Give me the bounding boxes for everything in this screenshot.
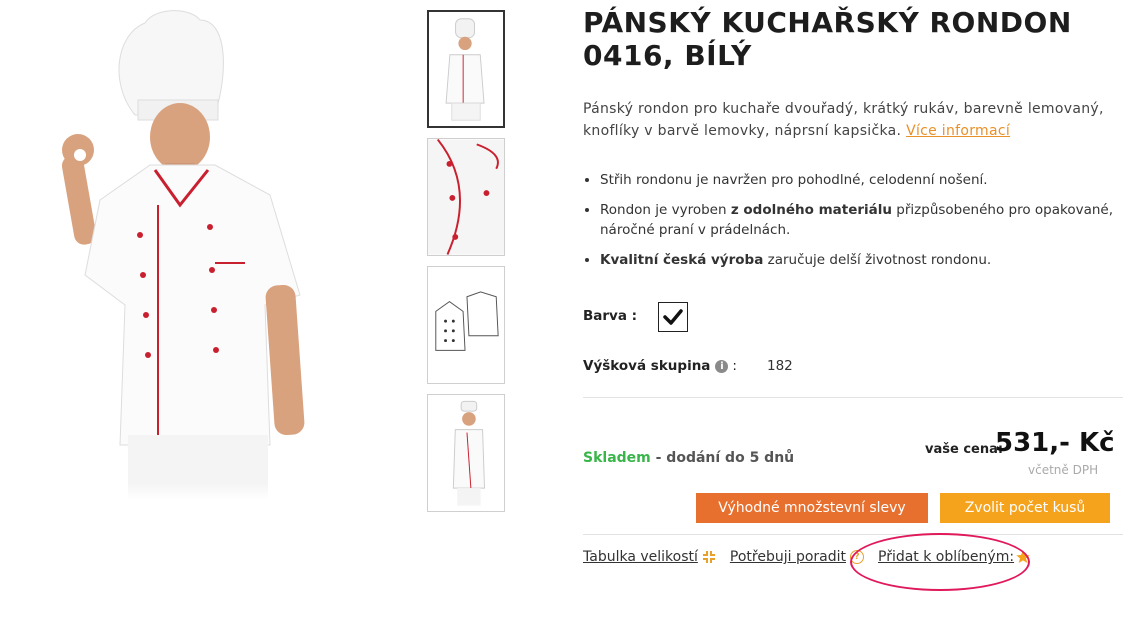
main-product-image[interactable] [40,5,370,500]
divider [583,534,1123,535]
divider [583,397,1123,398]
color-label: Barva : [583,308,638,324]
height-value: 182 [766,358,793,374]
star-icon[interactable] [1015,549,1031,565]
feature-item: Střih rondonu je navržen pro pohodlné, c… [600,170,1130,190]
feature-text: Střih rondonu je navržen pro pohodlné, c… [600,172,988,188]
feature-item: Kvalitní česká výroba zaručuje delší živ… [600,250,1130,270]
feature-bold: z odolného materiálu [730,202,892,218]
more-info-link[interactable]: Více informací [906,123,1010,139]
delivery-text: - dodání do 5 dnů [650,450,795,466]
price-label: vaše cena: [925,442,1004,457]
size-table-icon [702,551,715,563]
stock-status: Skladem - dodání do 5 dnů [583,450,794,466]
thumbnail-detail-view[interactable] [427,138,505,256]
feature-bold: Kvalitní česká výroba [600,252,764,268]
vat-note: včetně DPH [1028,463,1099,477]
size-table-link[interactable]: Tabulka velikostí [583,549,698,565]
color-swatch-white[interactable] [658,302,688,332]
feature-item: Rondon je vyroben z odolného materiálu p… [600,200,1130,240]
question-icon: ? [850,550,864,564]
thumbnail-technical-drawing[interactable] [427,266,505,384]
feature-list: Střih rondonu je navržen pro pohodlné, c… [583,170,1130,280]
thumbnail-side-view[interactable] [427,394,505,512]
description-text: Pánský rondon pro kuchaře dvouřadý, krát… [583,101,1104,139]
stock-status-text: Skladem [583,450,651,466]
info-icon[interactable]: i [715,359,729,373]
price-value: 531,- Kč [995,428,1115,458]
feature-text: zaručuje delší životnost rondonu. [763,252,992,268]
need-advice-link[interactable]: Potřebuji poradit [730,549,846,565]
product-title: PÁNSKÝ KUCHAŘSKÝ RONDON 0416, BÍLÝ [583,6,1072,72]
feature-text: Rondon je vyroben [600,202,731,218]
height-group-row: Výšková skupina i : 182 [583,358,793,374]
thumbnail-strip [427,10,507,522]
choose-quantity-button[interactable]: Zvolit počet kusů [940,493,1110,523]
check-icon [663,309,683,325]
product-description: Pánský rondon pro kuchaře dvouřadý, krát… [583,98,1128,142]
action-links: Tabulka velikostí Potřebuji poradit ? Př… [583,549,1031,565]
height-label: Výšková skupina [583,358,711,374]
thumbnail-front-view[interactable] [427,10,505,128]
height-colon: : [732,358,737,374]
add-to-favorites-link[interactable]: Přidat k oblíbeným: [878,549,1014,565]
quantity-discount-button[interactable]: Výhodné množstevní slevy [696,493,928,523]
